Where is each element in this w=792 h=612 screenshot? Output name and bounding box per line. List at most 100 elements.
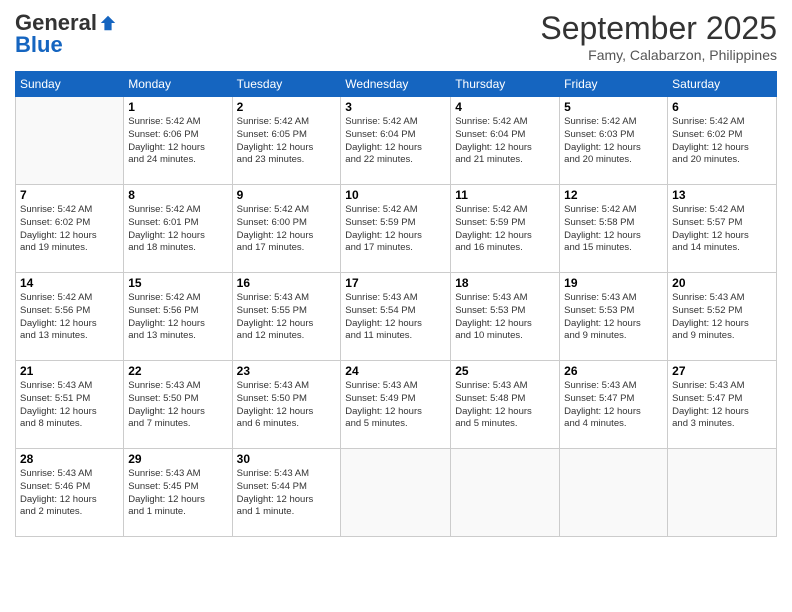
day-number: 14 (20, 276, 119, 290)
col-wednesday: Wednesday (341, 72, 451, 97)
day-info: Sunrise: 5:42 AM Sunset: 6:02 PM Dayligh… (672, 116, 772, 167)
day-info: Sunrise: 5:43 AM Sunset: 5:54 PM Dayligh… (345, 292, 446, 343)
col-friday: Friday (560, 72, 668, 97)
day-info: Sunrise: 5:42 AM Sunset: 6:02 PM Dayligh… (20, 204, 119, 255)
day-info: Sunrise: 5:42 AM Sunset: 6:00 PM Dayligh… (237, 204, 337, 255)
table-row: 18Sunrise: 5:43 AM Sunset: 5:53 PM Dayli… (451, 273, 560, 361)
day-number: 3 (345, 100, 446, 114)
table-row: 20Sunrise: 5:43 AM Sunset: 5:52 PM Dayli… (668, 273, 777, 361)
day-info: Sunrise: 5:42 AM Sunset: 6:01 PM Dayligh… (128, 204, 227, 255)
day-number: 2 (237, 100, 337, 114)
day-number: 9 (237, 188, 337, 202)
table-row: 10Sunrise: 5:42 AM Sunset: 5:59 PM Dayli… (341, 185, 451, 273)
calendar-week-0: 1Sunrise: 5:42 AM Sunset: 6:06 PM Daylig… (16, 97, 777, 185)
day-number: 15 (128, 276, 227, 290)
day-number: 17 (345, 276, 446, 290)
table-row: 27 Sunrise: 5:43 AM Sunset: 5:47 PM Dayli… (668, 361, 777, 449)
day-number: 19 (564, 276, 663, 290)
day-number: 28 (20, 452, 119, 466)
col-monday: Monday (124, 72, 232, 97)
day-number: 24 (345, 364, 446, 378)
col-sunday: Sunday (16, 72, 124, 97)
table-row: 26 Sunrise: 5:43 AM Sunset: 5:47 PM Dayli… (560, 361, 668, 449)
calendar: Sunday Monday Tuesday Wednesday Thursday… (15, 71, 777, 537)
location: Famy, Calabarzon, Philippines (540, 47, 777, 63)
day-number: 11 (455, 188, 555, 202)
month-title: September 2025 (540, 10, 777, 47)
day-info: Sunrise: 5:43 AM Sunset: 5:47 PM Dayligh… (672, 380, 772, 431)
day-info: Sunrise: 5:42 AM Sunset: 6:05 PM Dayligh… (237, 116, 337, 167)
day-info: Sunrise: 5:42 AM Sunset: 5:56 PM Dayligh… (20, 292, 119, 343)
table-row (668, 449, 777, 537)
table-row (451, 449, 560, 537)
day-info: Sunrise: 5:43 AM Sunset: 5:44 PM Dayligh… (237, 468, 337, 519)
table-row: 24 Sunrise: 5:43 AM Sunset: 5:49 PM Dayli… (341, 361, 451, 449)
table-row: 6 Sunrise: 5:42 AM Sunset: 6:02 PM Daylig… (668, 97, 777, 185)
table-row: 9 Sunrise: 5:42 AM Sunset: 6:00 PM Daylig… (232, 185, 341, 273)
day-number: 22 (128, 364, 227, 378)
table-row: 7 Sunrise: 5:42 AM Sunset: 6:02 PM Daylig… (16, 185, 124, 273)
table-row: 15 Sunrise: 5:42 AM Sunset: 5:56 PM Dayli… (124, 273, 232, 361)
day-info: Sunrise: 5:43 AM Sunset: 5:50 PM Dayligh… (128, 380, 227, 431)
day-number: 8 (128, 188, 227, 202)
table-row: 17 Sunrise: 5:43 AM Sunset: 5:54 PM Dayli… (341, 273, 451, 361)
day-info: Sunrise: 5:43 AM Sunset: 5:48 PM Dayligh… (455, 380, 555, 431)
day-number: 26 (564, 364, 663, 378)
day-info: Sunrise: 5:43 AM Sunset: 5:45 PM Dayligh… (128, 468, 227, 519)
day-info: Sunrise: 5:42 AM Sunset: 5:56 PM Dayligh… (128, 292, 227, 343)
day-info: Sunrise: 5:43 AM Sunset: 5:51 PM Dayligh… (20, 380, 119, 431)
day-number: 25 (455, 364, 555, 378)
day-number: 7 (20, 188, 119, 202)
calendar-header-row: Sunday Monday Tuesday Wednesday Thursday… (16, 72, 777, 97)
day-number: 12 (564, 188, 663, 202)
day-number: 23 (237, 364, 337, 378)
header: General Blue September 2025 Famy, Calaba… (15, 10, 777, 63)
day-info: Sunrise: 5:43 AM Sunset: 5:55 PM Dayligh… (237, 292, 337, 343)
day-info: Sunrise: 5:42 AM Sunset: 6:04 PM Dayligh… (345, 116, 446, 167)
day-number: 4 (455, 100, 555, 114)
day-number: 21 (20, 364, 119, 378)
day-info: Sunrise: 5:42 AM Sunset: 6:03 PM Dayligh… (564, 116, 663, 167)
day-number: 13 (672, 188, 772, 202)
table-row: 4 Sunrise: 5:42 AM Sunset: 6:04 PM Daylig… (451, 97, 560, 185)
table-row: 3 Sunrise: 5:42 AM Sunset: 6:04 PM Daylig… (341, 97, 451, 185)
day-number: 18 (455, 276, 555, 290)
day-info: Sunrise: 5:42 AM Sunset: 5:59 PM Dayligh… (455, 204, 555, 255)
table-row: 14 Sunrise: 5:42 AM Sunset: 5:56 PM Dayli… (16, 273, 124, 361)
table-row: 13 Sunrise: 5:42 AM Sunset: 5:57 PM Dayli… (668, 185, 777, 273)
table-row: 30 Sunrise: 5:43 AM Sunset: 5:44 PM Dayli… (232, 449, 341, 537)
table-row: 19Sunrise: 5:43 AM Sunset: 5:53 PM Dayli… (560, 273, 668, 361)
table-row: 25 Sunrise: 5:43 AM Sunset: 5:48 PM Dayli… (451, 361, 560, 449)
day-number: 6 (672, 100, 772, 114)
col-saturday: Saturday (668, 72, 777, 97)
col-thursday: Thursday (451, 72, 560, 97)
day-number: 20 (672, 276, 772, 290)
day-number: 1 (128, 100, 227, 114)
day-info: Sunrise: 5:43 AM Sunset: 5:47 PM Dayligh… (564, 380, 663, 431)
day-info: Sunrise: 5:43 AM Sunset: 5:50 PM Dayligh… (237, 380, 337, 431)
logo-blue-text: Blue (15, 32, 63, 58)
calendar-week-3: 21 Sunrise: 5:43 AM Sunset: 5:51 PM Dayli… (16, 361, 777, 449)
day-number: 29 (128, 452, 227, 466)
logo: General Blue (15, 10, 117, 58)
table-row: 23 Sunrise: 5:43 AM Sunset: 5:50 PM Dayli… (232, 361, 341, 449)
page: General Blue September 2025 Famy, Calaba… (0, 0, 792, 612)
day-info: Sunrise: 5:42 AM Sunset: 5:57 PM Dayligh… (672, 204, 772, 255)
table-row: 11 Sunrise: 5:42 AM Sunset: 5:59 PM Dayli… (451, 185, 560, 273)
day-info: Sunrise: 5:42 AM Sunset: 5:59 PM Dayligh… (345, 204, 446, 255)
day-number: 5 (564, 100, 663, 114)
day-info: Sunrise: 5:42 AM Sunset: 6:04 PM Dayligh… (455, 116, 555, 167)
day-number: 27 (672, 364, 772, 378)
day-info: Sunrise: 5:43 AM Sunset: 5:46 PM Dayligh… (20, 468, 119, 519)
table-row: 2 Sunrise: 5:42 AM Sunset: 6:05 PM Daylig… (232, 97, 341, 185)
table-row (341, 449, 451, 537)
table-row: 21 Sunrise: 5:43 AM Sunset: 5:51 PM Dayli… (16, 361, 124, 449)
day-info: Sunrise: 5:43 AM Sunset: 5:49 PM Dayligh… (345, 380, 446, 431)
logo-icon (99, 14, 117, 32)
table-row: 29 Sunrise: 5:43 AM Sunset: 5:45 PM Dayli… (124, 449, 232, 537)
day-number: 16 (237, 276, 337, 290)
title-block: September 2025 Famy, Calabarzon, Philipp… (540, 10, 777, 63)
day-number: 30 (237, 452, 337, 466)
table-row: 8 Sunrise: 5:42 AM Sunset: 6:01 PM Daylig… (124, 185, 232, 273)
calendar-week-4: 28 Sunrise: 5:43 AM Sunset: 5:46 PM Dayli… (16, 449, 777, 537)
